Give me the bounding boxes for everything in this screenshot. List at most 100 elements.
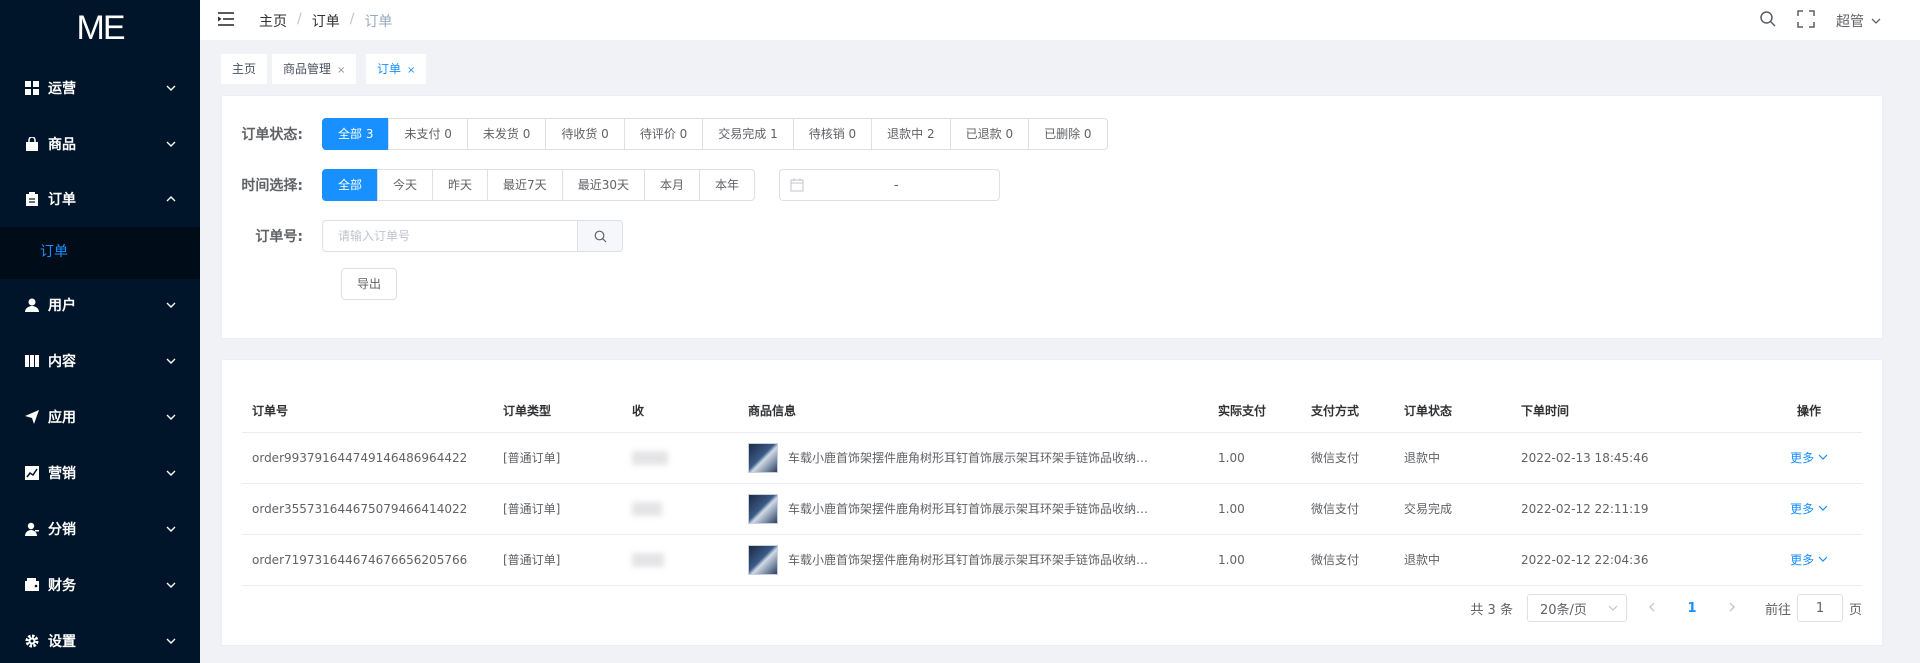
order-search-button[interactable] (577, 220, 623, 252)
tag-home[interactable]: 主页 (221, 54, 268, 84)
status-option[interactable]: 交易完成 1 (702, 118, 794, 150)
fullscreen-icon[interactable] (1797, 10, 1815, 28)
time-cell: 2022-02-13 18:45:46 (1511, 432, 1746, 484)
tag-goods-management[interactable]: 商品管理 × (272, 54, 357, 84)
status-option[interactable]: 全部 3 (322, 118, 390, 150)
column-header: 实际支付 (1208, 380, 1301, 433)
goto-page-input[interactable] (1796, 594, 1843, 622)
menu-collapse-icon[interactable] (217, 10, 235, 28)
submenu-item-orders[interactable]: 订单 (40, 241, 68, 261)
sidebar-item-settings[interactable]: 设置 (0, 613, 200, 663)
status-filter-label: 订单状态: (241, 127, 303, 143)
chevron-down-icon (1608, 605, 1618, 611)
status-option[interactable]: 已退款 0 (949, 118, 1030, 150)
chevron-down-icon (166, 638, 176, 644)
status-option[interactable]: 未支付 0 (388, 118, 468, 150)
order-no-input[interactable] (322, 220, 577, 252)
more-actions-link[interactable]: 更多 (1790, 502, 1828, 516)
tag-label: 订单 (377, 62, 402, 76)
page-number-current[interactable]: 1 (1677, 601, 1707, 616)
close-icon[interactable]: × (407, 65, 415, 76)
chevron-down-icon (166, 358, 176, 364)
search-icon[interactable] (1759, 10, 1777, 28)
tags-view: 主页 商品管理 × 订单 × (200, 40, 1920, 90)
sidebar-item-users[interactable]: 用户 (0, 277, 200, 333)
action-cell: 更多 (1746, 534, 1862, 586)
send-icon (24, 409, 40, 425)
search-icon (594, 230, 606, 242)
page-size-value: 20条/页 (1539, 602, 1587, 618)
tag-orders[interactable]: 订单 × (366, 54, 427, 84)
goods-info-cell: 车载小鹿首饰架摆件鹿角树形耳钉首饰展示架耳环架手链饰品收纳… (738, 483, 1208, 535)
user-menu[interactable]: 超管 (1836, 11, 1882, 31)
breadcrumb-item[interactable]: 主页 (259, 11, 287, 31)
sidebar-item-goods[interactable]: 商品 (0, 116, 200, 172)
date-range-picker[interactable]: - (779, 169, 1000, 201)
sidebar-item-operations[interactable]: 运营 (0, 60, 200, 116)
time-cell: 2022-02-12 22:11:19 (1511, 483, 1746, 535)
export-button[interactable]: 导出 (341, 268, 398, 300)
status-option[interactable]: 未发货 0 (466, 118, 547, 150)
sidebar-item-marketing[interactable]: 营销 (0, 445, 200, 501)
breadcrumb: 主页 / 订单 / 订单 (259, 11, 392, 31)
sidebar-item-label: 用户 (48, 298, 76, 314)
time-filter-label: 时间选择: (241, 178, 303, 194)
column-header: 操作 (1746, 380, 1862, 433)
sidebar: ME 运营 商品 订单 订单 用户 内容 应用 营销 分销 财务 设置 (0, 0, 200, 663)
app-logo: ME (0, 0, 200, 56)
submenu-panel (0, 227, 200, 279)
sidebar-item-distribution[interactable]: 分销 (0, 501, 200, 557)
top-header: 主页 / 订单 / 订单 超管 (200, 0, 1920, 40)
calendar-icon (790, 178, 804, 192)
time-option[interactable]: 本月 (643, 169, 700, 201)
column-header: 下单时间 (1511, 380, 1746, 433)
chevron-down-icon (1871, 18, 1881, 24)
sidebar-item-content[interactable]: 内容 (0, 333, 200, 389)
time-option[interactable]: 最近7天 (487, 169, 563, 201)
chevron-down-icon (166, 141, 176, 147)
chevron-down-icon (166, 414, 176, 420)
goods-thumbnail (748, 544, 778, 575)
breadcrumb-current: 订单 (364, 14, 393, 30)
order-type-cell: [普通订单] (493, 432, 622, 484)
more-actions-link[interactable]: 更多 (1790, 553, 1828, 567)
time-option[interactable]: 昨天 (432, 169, 489, 201)
goods-thumbnail (748, 493, 778, 524)
breadcrumb-item[interactable]: 订单 (312, 11, 340, 31)
pagination-total: 共 3 条 (1470, 602, 1513, 618)
status-option[interactable]: 待收货 0 (545, 118, 625, 150)
next-page-button[interactable] (1717, 601, 1747, 616)
status-option[interactable]: 退款中 2 (871, 118, 951, 150)
status-option[interactable]: 已删除 0 (1028, 118, 1108, 150)
sidebar-item-label: 商品 (48, 137, 76, 153)
time-option[interactable]: 今天 (377, 169, 434, 201)
breadcrumb-separator: / (297, 11, 302, 27)
close-icon[interactable]: × (337, 65, 345, 76)
more-actions-link[interactable]: 更多 (1790, 451, 1828, 465)
chevron-down-icon (166, 526, 176, 532)
more-label: 更多 (1790, 553, 1815, 567)
time-option[interactable]: 全部 (322, 169, 379, 201)
pay-method-cell: 微信支付 (1301, 534, 1394, 586)
wallet-icon (24, 577, 40, 593)
sidebar-item-apps[interactable]: 应用 (0, 389, 200, 445)
time-option[interactable]: 本年 (698, 169, 755, 201)
status-option[interactable]: 待核销 0 (792, 118, 873, 150)
status-option[interactable]: 待评价 0 (623, 118, 704, 150)
time-option[interactable]: 最近30天 (561, 169, 645, 201)
prev-page-button[interactable] (1637, 601, 1667, 616)
goods-name: 车载小鹿首饰架摆件鹿角树形耳钉首饰展示架耳环架手链饰品收纳… (788, 502, 1149, 516)
page-size-select[interactable]: 20条/页 (1526, 594, 1627, 622)
time-filter-group: 全部 今天 昨天 最近7天 最近30天 本月 本年 (322, 169, 755, 201)
shopping-bag-icon (24, 136, 40, 152)
sidebar-item-orders[interactable]: 订单 (0, 171, 200, 227)
more-label: 更多 (1790, 451, 1815, 465)
pagination: 共 3 条 20条/页 1 前往 页 (1470, 594, 1862, 622)
more-label: 更多 (1790, 502, 1815, 516)
sidebar-item-finance[interactable]: 财务 (0, 557, 200, 613)
paid-cell: 1.00 (1208, 432, 1301, 484)
sidebar-item-label: 分销 (48, 522, 76, 538)
column-header: 支付方式 (1301, 380, 1394, 433)
order-type-cell: [普通订单] (493, 534, 622, 586)
goto-suffix: 页 (1848, 602, 1862, 618)
